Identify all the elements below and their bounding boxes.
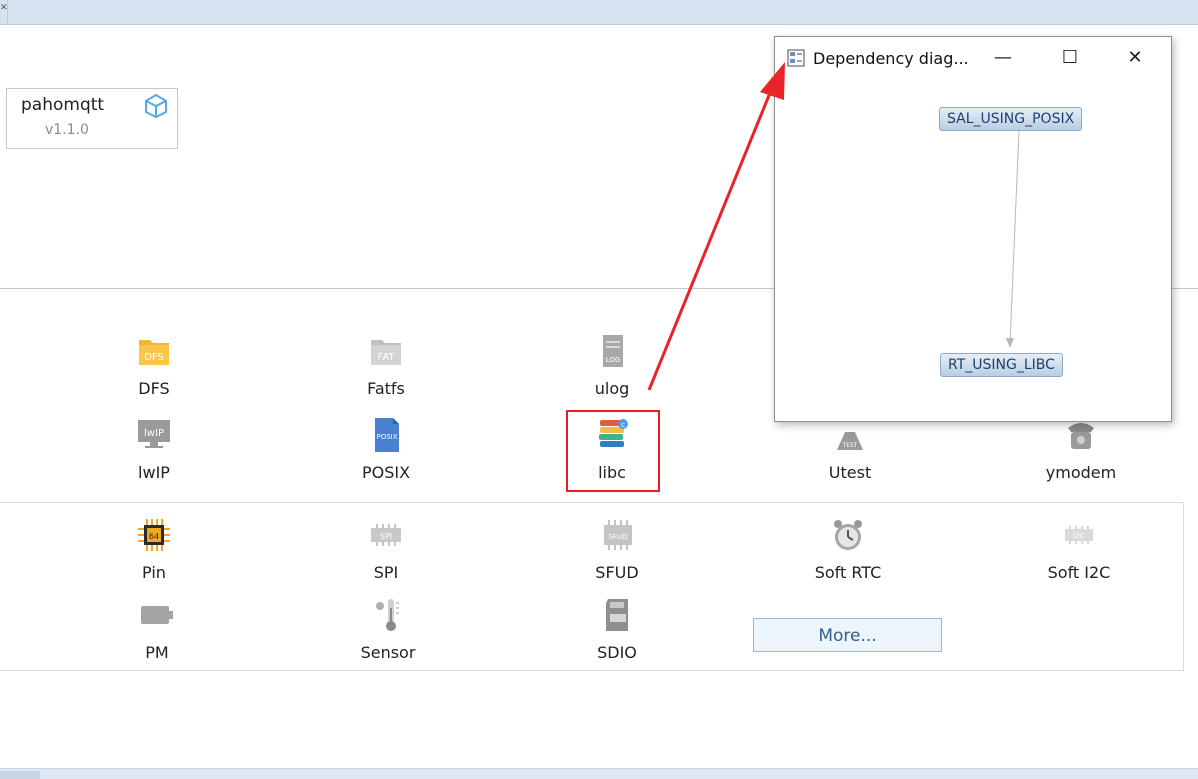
driver-sfud[interactable]: SFUD SFUD bbox=[557, 518, 677, 588]
ymodem-phone-icon bbox=[1068, 423, 1094, 449]
lwip-icon-text: lwIP bbox=[144, 428, 164, 439]
driver-label: SFUD bbox=[595, 563, 639, 582]
bottom-scrollbar[interactable] bbox=[0, 768, 1198, 779]
driver-label: SDIO bbox=[597, 643, 637, 662]
sfud-icon-text: SFUD bbox=[609, 533, 628, 541]
spi-chip-icon: SPI bbox=[371, 524, 401, 546]
sfud-chip-icon: SFUD bbox=[604, 520, 632, 550]
top-toolbar: ✕ bbox=[0, 0, 1198, 25]
ulog-icon-text: LOG bbox=[606, 356, 621, 364]
driver-pin[interactable]: 64 Pin bbox=[94, 518, 214, 588]
driver-pm[interactable]: PM bbox=[97, 598, 217, 668]
node-rt-using-libc[interactable]: RT_USING_LIBC bbox=[940, 353, 1063, 377]
component-dfs[interactable]: DFS DFS bbox=[94, 334, 214, 404]
component-fatfs[interactable]: FAT Fatfs bbox=[326, 334, 446, 404]
driver-sensor[interactable]: Sensor bbox=[328, 598, 448, 668]
driver-label: Pin bbox=[142, 563, 166, 582]
component-lwip[interactable]: lwIP lwIP bbox=[94, 418, 214, 488]
pin-icon-text: 64 bbox=[149, 532, 159, 541]
battery-icon bbox=[141, 606, 173, 624]
dependency-diagram-dialog: Dependency diag... — ☐ ✕ SAL_USING_POSIX… bbox=[774, 36, 1172, 422]
driver-label: SPI bbox=[373, 563, 399, 582]
component-label: Fatfs bbox=[367, 379, 405, 398]
posix-file-icon: POSIX bbox=[375, 418, 399, 452]
spi-icon-text: SPI bbox=[380, 532, 392, 541]
lwip-monitor-icon: lwIP bbox=[138, 420, 170, 448]
component-ymodem[interactable]: ymodem bbox=[1021, 418, 1141, 488]
dfs-icon-text: DFS bbox=[144, 352, 164, 363]
driver-soft-rtc[interactable]: Soft RTC bbox=[788, 518, 908, 588]
fatfs-icon-text: FAT bbox=[377, 352, 395, 363]
driver-soft-i2c[interactable]: I2C Soft I2C bbox=[1019, 518, 1139, 588]
dfs-folder-icon: DFS bbox=[139, 340, 169, 365]
component-label: DFS bbox=[138, 379, 170, 398]
component-label: ymodem bbox=[1045, 463, 1117, 482]
driver-spi[interactable]: SPI SPI bbox=[326, 518, 446, 588]
pin-chip-icon: 64 bbox=[138, 519, 170, 551]
component-label: ulog bbox=[594, 379, 630, 398]
utest-icon-text: TEST bbox=[842, 442, 858, 449]
driver-sdio[interactable]: SDIO bbox=[557, 598, 677, 668]
posix-icon-text: POSIX bbox=[376, 433, 397, 441]
more-button[interactable]: More... bbox=[753, 618, 942, 652]
component-label: lwIP bbox=[138, 463, 170, 482]
component-utest[interactable]: TEST Utest bbox=[790, 418, 910, 488]
thermometer-icon bbox=[376, 599, 399, 631]
driver-label: Soft I2C bbox=[1047, 563, 1111, 582]
driver-label: Soft RTC bbox=[814, 563, 882, 582]
package-cube-icon bbox=[145, 93, 167, 119]
toolbar-divider bbox=[7, 0, 8, 24]
component-posix[interactable]: POSIX POSIX bbox=[326, 418, 446, 488]
i2c-chip-icon: I2C bbox=[1065, 526, 1093, 544]
i2c-icon-text: I2C bbox=[1073, 532, 1085, 540]
component-ulog[interactable]: LOG ulog bbox=[552, 334, 672, 404]
driver-label: Sensor bbox=[360, 643, 416, 662]
node-sal-using-posix[interactable]: SAL_USING_POSIX bbox=[939, 107, 1083, 131]
package-version: v1.1.0 bbox=[45, 122, 89, 138]
fatfs-folder-icon: FAT bbox=[371, 340, 401, 365]
package-card[interactable]: pahomqtt v1.1.0 bbox=[6, 88, 178, 149]
package-name: pahomqtt bbox=[21, 95, 105, 115]
utest-flask-icon: TEST bbox=[837, 432, 863, 450]
driver-label: PM bbox=[145, 643, 169, 662]
ulog-file-icon: LOG bbox=[603, 335, 623, 367]
component-label: POSIX bbox=[361, 463, 411, 482]
libc-highlight-box bbox=[566, 410, 660, 492]
component-label: Utest bbox=[828, 463, 872, 482]
sd-card-icon bbox=[606, 599, 628, 631]
alarm-clock-icon bbox=[834, 520, 862, 550]
